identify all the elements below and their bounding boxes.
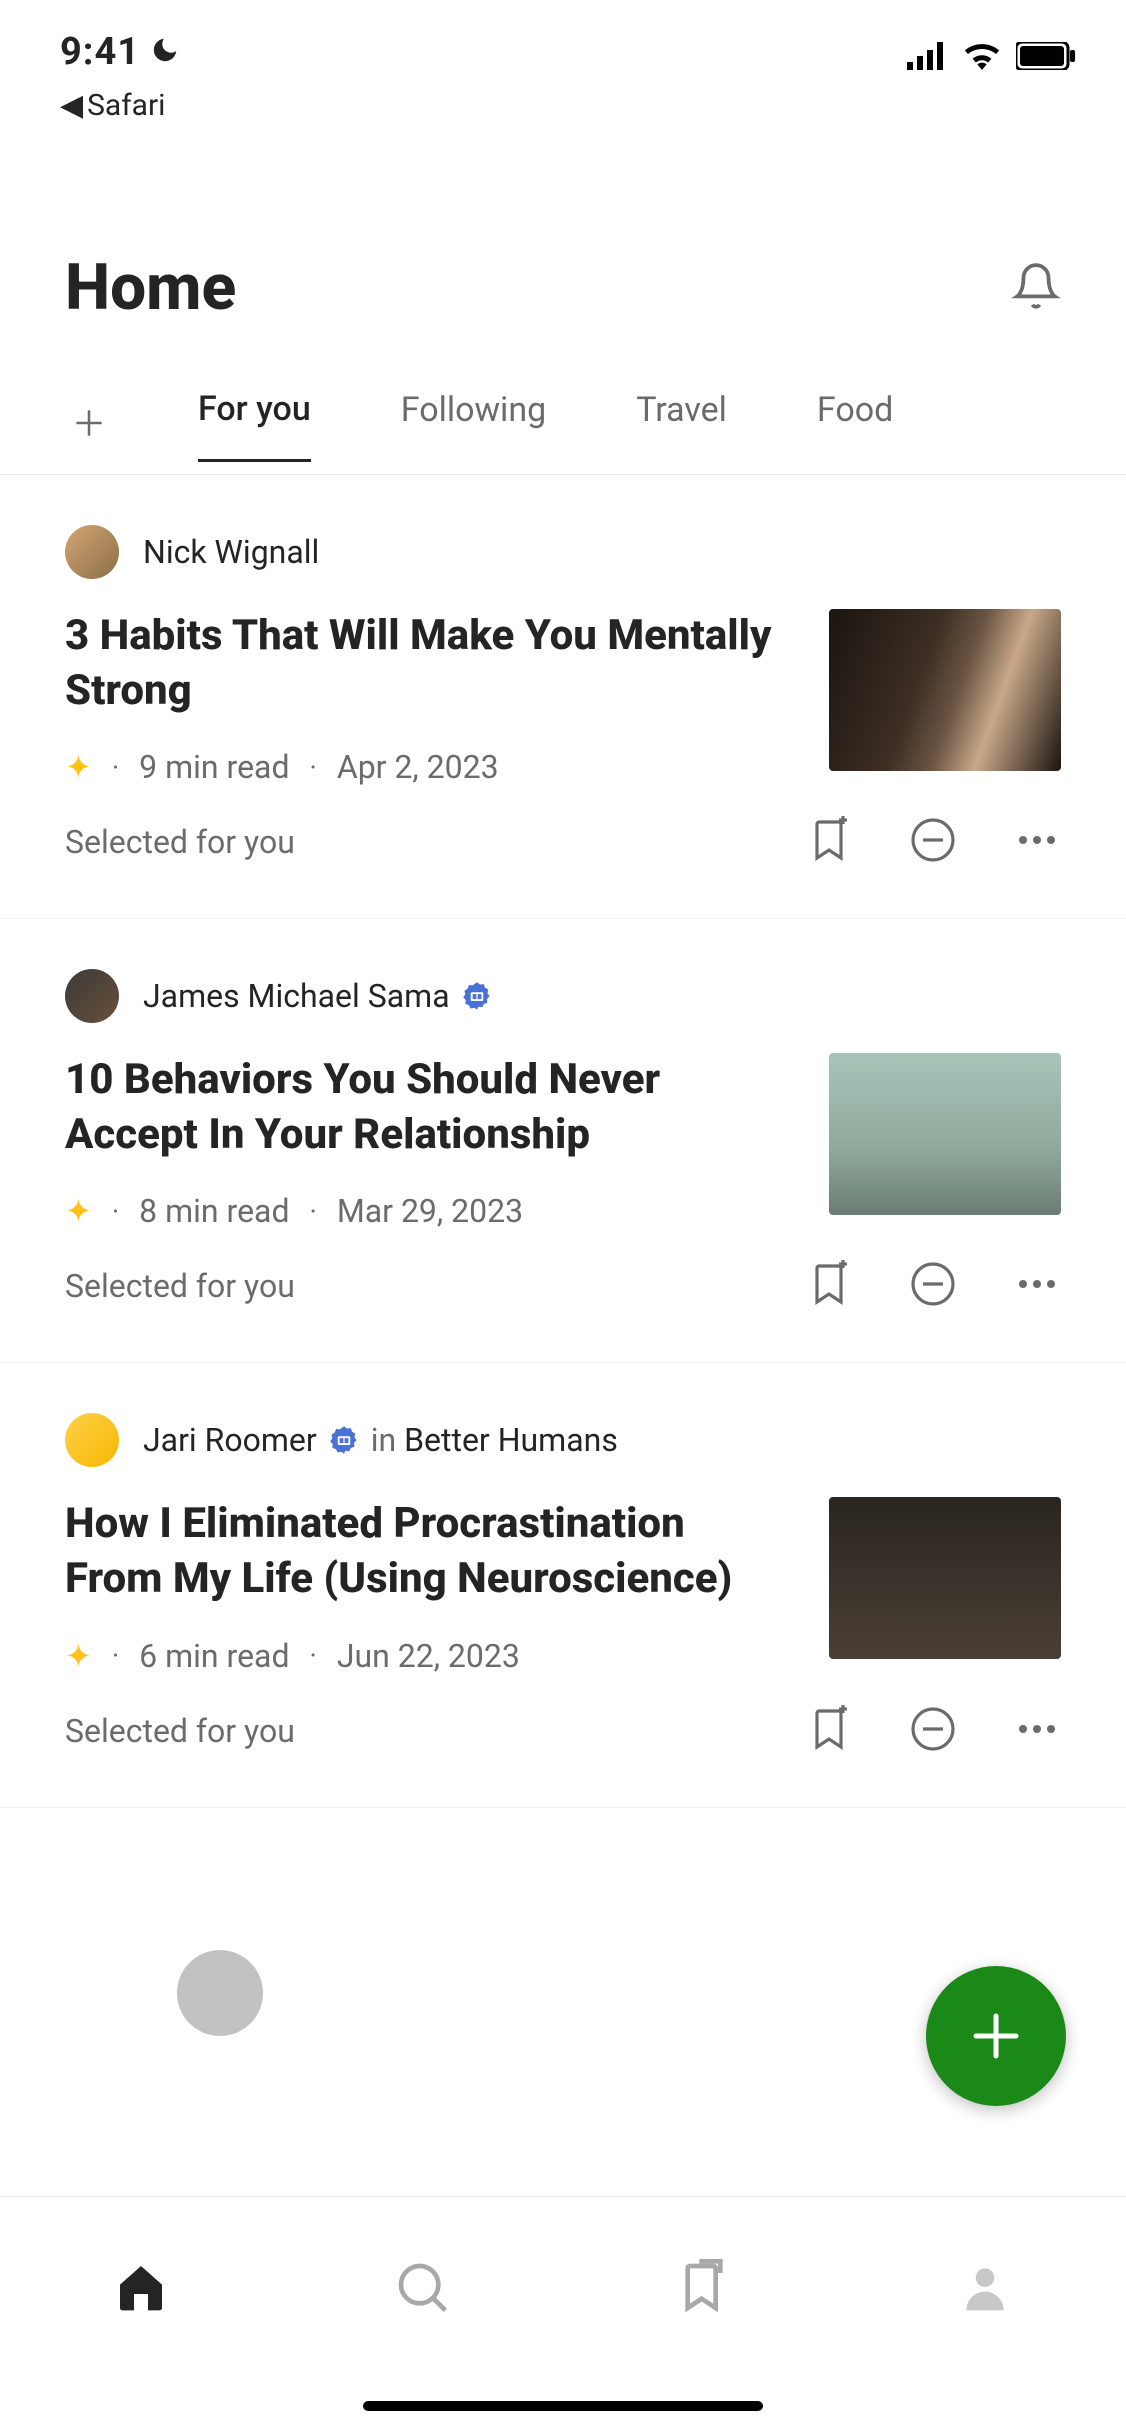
read-time: 8 min read [139, 1192, 289, 1230]
article-card[interactable]: Nick Wignall 3 Habits That Will Make You… [0, 475, 1126, 919]
more-options-button[interactable] [1013, 1705, 1061, 1757]
wifi-icon [962, 42, 1002, 74]
verified-badge-icon [462, 981, 492, 1011]
article-meta: ✦ · 6 min read · Jun 22, 2023 [65, 1637, 789, 1675]
back-to-app[interactable]: ◀ Safari [60, 88, 165, 123]
publish-date: Jun 22, 2023 [337, 1637, 520, 1675]
article-meta: ✦ · 9 min read · Apr 2, 2023 [65, 748, 789, 786]
verified-badge-icon [329, 1425, 359, 1455]
status-time: 9:41 [60, 30, 140, 74]
members-star-icon: ✦ [65, 748, 92, 786]
nav-search[interactable] [382, 2247, 462, 2327]
members-star-icon: ✦ [65, 1637, 92, 1675]
author-name[interactable]: Jari Roomer [143, 1421, 317, 1459]
read-time: 6 min read [139, 1637, 289, 1675]
compose-fab[interactable] [926, 1966, 1066, 2106]
read-time: 9 min read [139, 748, 289, 786]
bottom-nav [0, 2196, 1126, 2436]
back-app-label: Safari [87, 88, 165, 123]
article-title: 10 Behaviors You Should Never Accept In … [65, 1053, 789, 1162]
feed-tabs: For you Following Travel Food [0, 375, 1126, 475]
tab-following[interactable]: Following [401, 390, 546, 460]
article-title: How I Eliminated Procrastination From My… [65, 1497, 789, 1606]
home-indicator[interactable] [363, 2401, 763, 2411]
nav-bookmarks[interactable] [664, 2247, 744, 2327]
article-thumbnail [829, 609, 1061, 771]
status-bar: 9:41 ◀ Safari [0, 0, 1126, 100]
touch-indicator [177, 1950, 263, 2036]
page-header: Home [0, 100, 1126, 375]
bookmark-add-button[interactable] [805, 1705, 853, 1757]
author-name[interactable]: James Michael Sama [143, 977, 450, 1015]
notifications-button[interactable] [1011, 261, 1061, 315]
article-card[interactable]: James Michael Sama 10 Behaviors You Shou… [0, 919, 1126, 1363]
show-less-button[interactable] [909, 816, 957, 868]
tab-food[interactable]: Food [817, 390, 893, 460]
recommendation-label: Selected for you [65, 1267, 295, 1305]
recommendation-label: Selected for you [65, 1712, 295, 1750]
nav-profile[interactable] [945, 2247, 1025, 2327]
members-star-icon: ✦ [65, 1192, 92, 1230]
feed: Nick Wignall 3 Habits That Will Make You… [0, 475, 1126, 1808]
page-title: Home [65, 250, 236, 325]
battery-icon [1016, 42, 1076, 74]
back-caret-icon: ◀ [60, 88, 83, 123]
author-name[interactable]: Nick Wignall [143, 533, 319, 571]
bookmark-add-button[interactable] [805, 816, 853, 868]
recommendation-label: Selected for you [65, 823, 295, 861]
article-title: 3 Habits That Will Make You Mentally Str… [65, 609, 789, 718]
publication-name[interactable]: Better Humans [404, 1421, 618, 1459]
publication-prefix: in [371, 1421, 396, 1459]
author-avatar[interactable] [65, 1413, 119, 1467]
show-less-button[interactable] [909, 1705, 957, 1757]
article-thumbnail [829, 1053, 1061, 1215]
nav-home[interactable] [101, 2247, 181, 2327]
moon-icon [150, 35, 180, 69]
tab-for-you[interactable]: For you [198, 389, 311, 462]
article-thumbnail [829, 1497, 1061, 1659]
publish-date: Mar 29, 2023 [337, 1192, 523, 1230]
article-card[interactable]: Jari Roomer in Better Humans How I Elimi… [0, 1363, 1126, 1807]
publish-date: Apr 2, 2023 [337, 748, 499, 786]
author-avatar[interactable] [65, 969, 119, 1023]
article-meta: ✦ · 8 min read · Mar 29, 2023 [65, 1192, 789, 1230]
bookmark-add-button[interactable] [805, 1260, 853, 1312]
more-options-button[interactable] [1013, 816, 1061, 868]
tab-travel[interactable]: Travel [636, 390, 727, 460]
show-less-button[interactable] [909, 1260, 957, 1312]
add-topic-button[interactable] [70, 404, 108, 446]
cellular-signal-icon [906, 42, 948, 74]
more-options-button[interactable] [1013, 1260, 1061, 1312]
author-avatar[interactable] [65, 525, 119, 579]
